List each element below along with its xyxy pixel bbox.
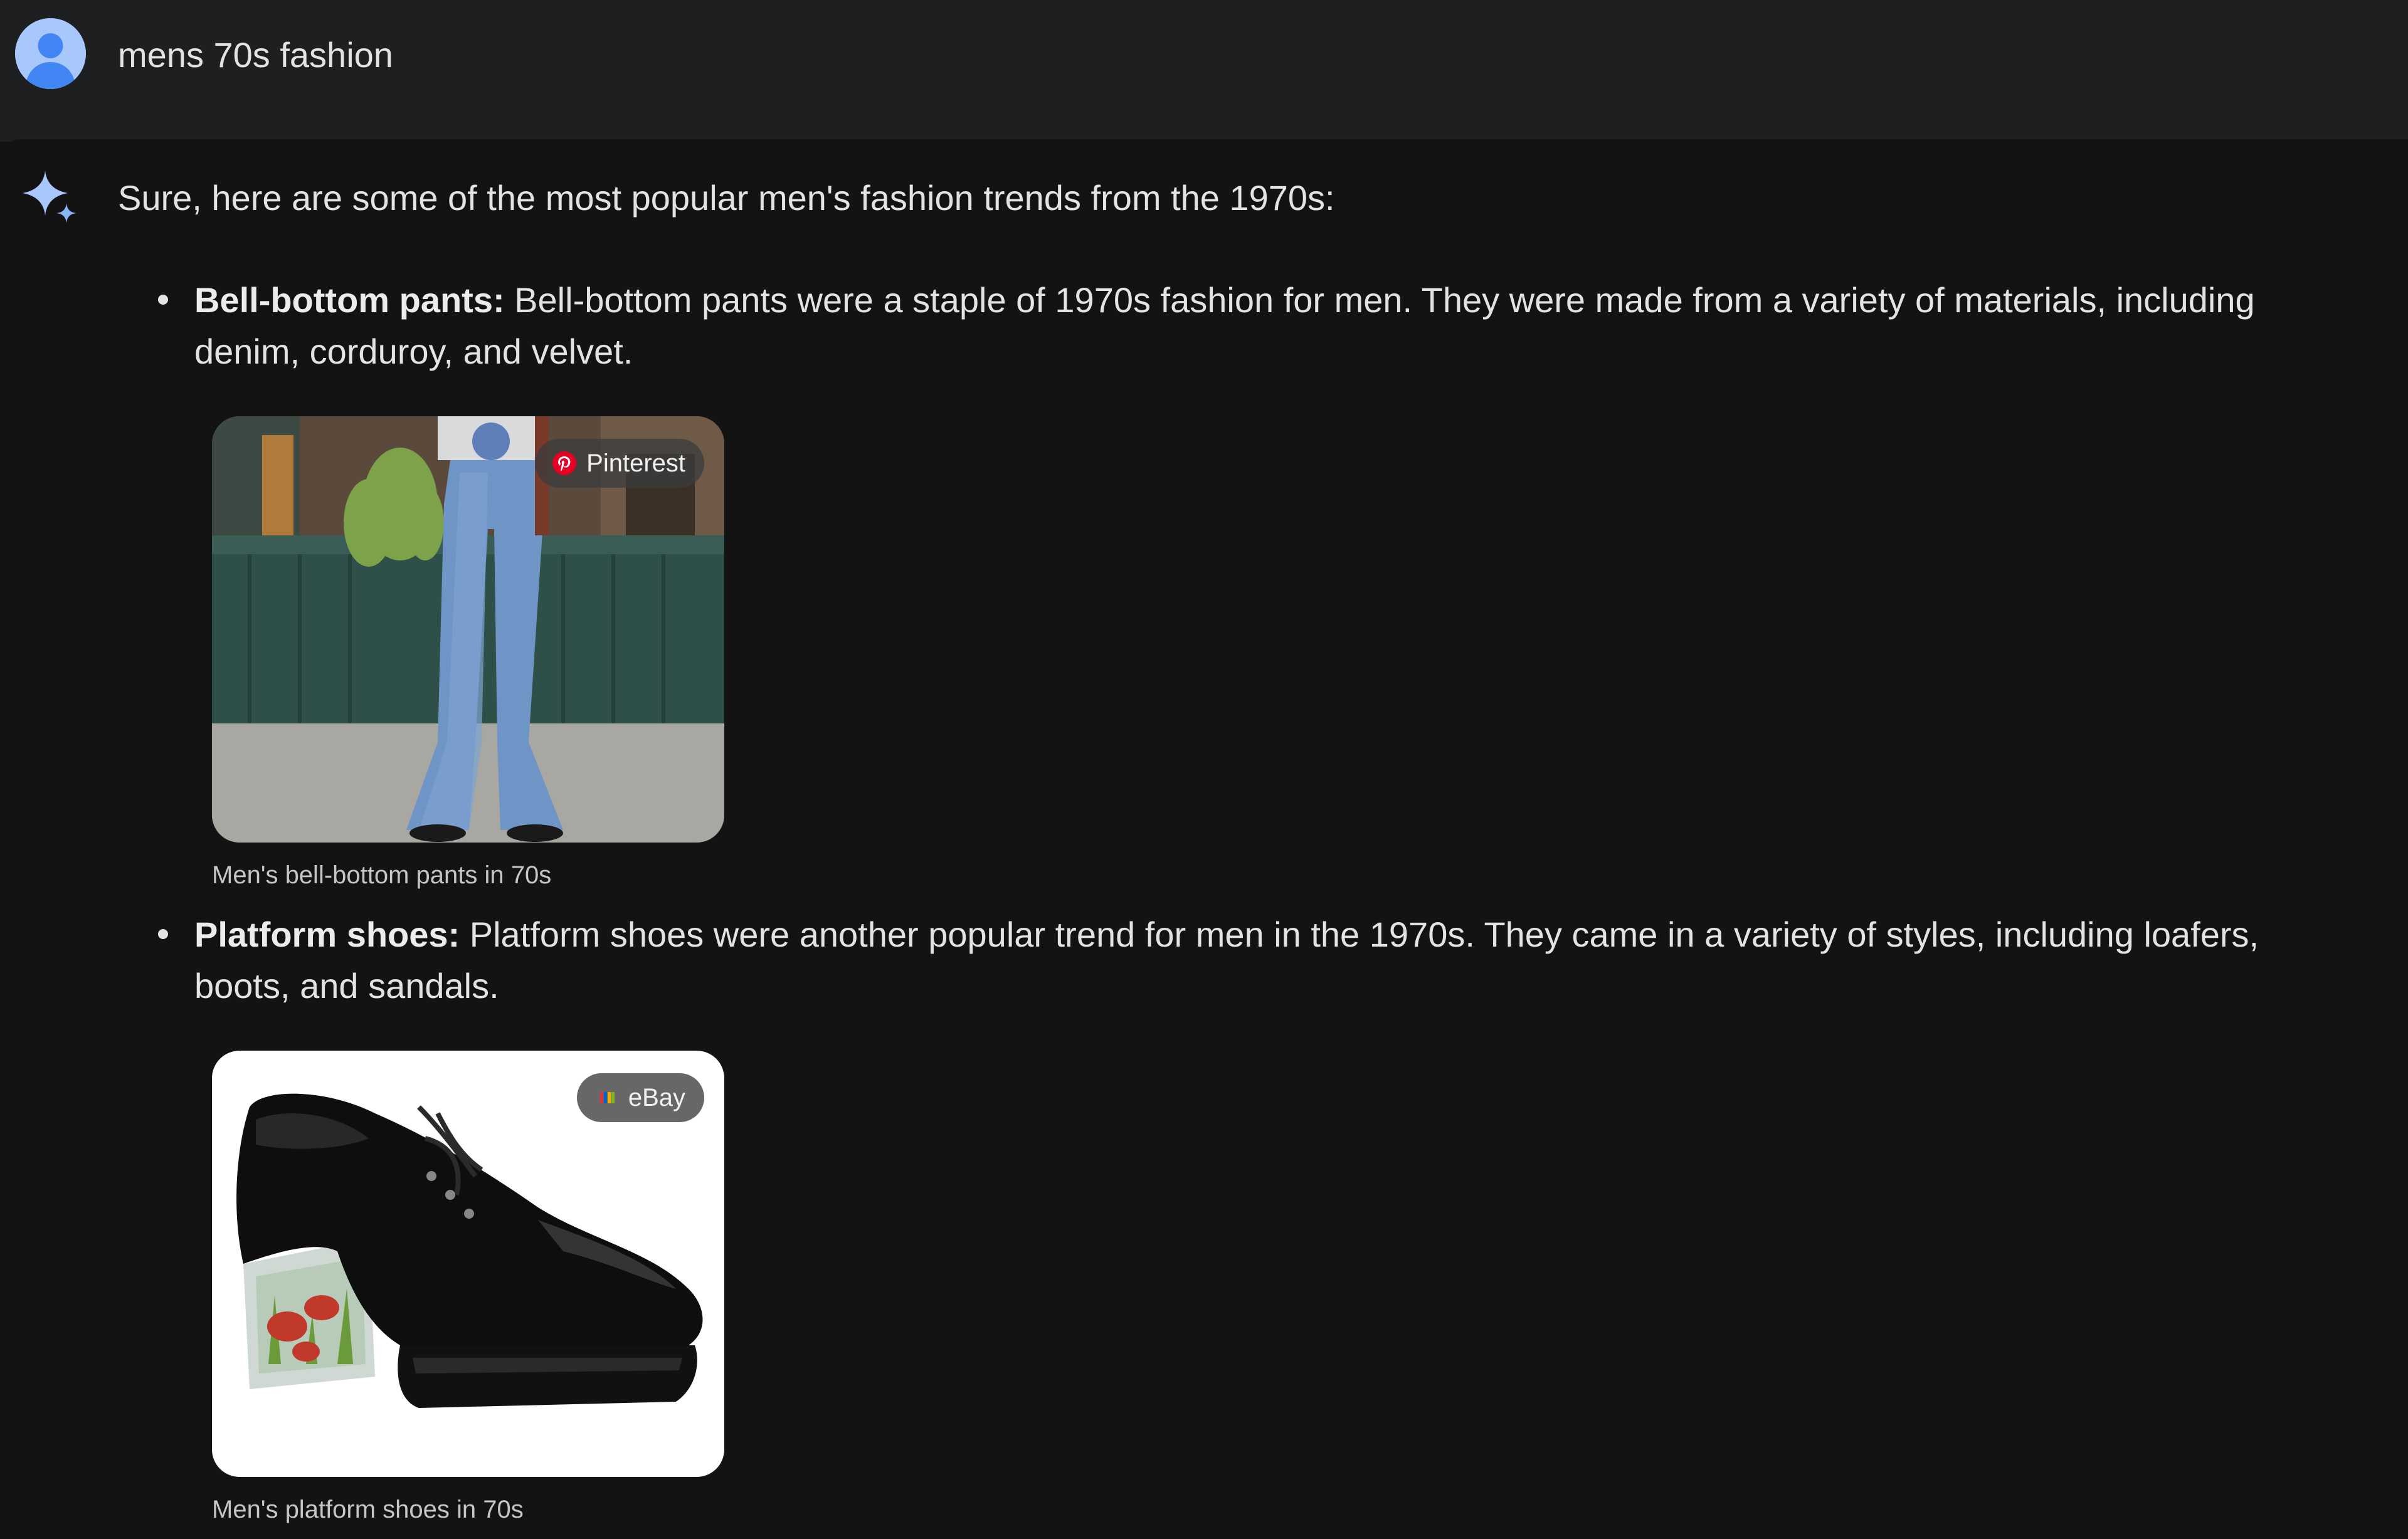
user-avatar-icon[interactable]	[15, 18, 86, 89]
gemini-spark-icon	[23, 171, 77, 223]
pinterest-icon	[552, 451, 577, 475]
bullet-marker	[158, 929, 168, 939]
source-chip-ebay[interactable]: eBay	[576, 1073, 704, 1122]
image-card-bell-bottoms[interactable]: Pinterest	[212, 416, 724, 843]
source-chip-label: Pinterest	[586, 449, 685, 477]
list-item: Bell-bottom pants: Bell-bottom pants wer…	[194, 275, 2339, 377]
user-prompt-bar: mens 70s fashion	[0, 0, 2408, 142]
image-caption[interactable]: Men's platform shoes in 70s	[212, 1493, 524, 1526]
chat-page: mens 70s fashion Sure, here are some of …	[0, 0, 2408, 1539]
list-item: Platform shoes: Platform shoes were anot…	[194, 909, 2339, 1012]
user-query-text: mens 70s fashion	[118, 35, 393, 75]
item-description: Platform shoes were another popular tren…	[194, 915, 2259, 1006]
item-title: Platform shoes:	[194, 915, 460, 954]
image-card-platform-shoes[interactable]: eBay	[212, 1051, 724, 1477]
source-chip-label: eBay	[628, 1083, 685, 1111]
ebay-icon	[599, 1092, 615, 1103]
response-intro: Sure, here are some of the most popular …	[118, 178, 1335, 218]
bullet-marker	[158, 295, 168, 305]
item-title: Bell-bottom pants:	[194, 280, 505, 320]
source-chip-pinterest[interactable]: Pinterest	[535, 439, 704, 488]
image-caption[interactable]: Men's bell-bottom pants in 70s	[212, 859, 551, 891]
